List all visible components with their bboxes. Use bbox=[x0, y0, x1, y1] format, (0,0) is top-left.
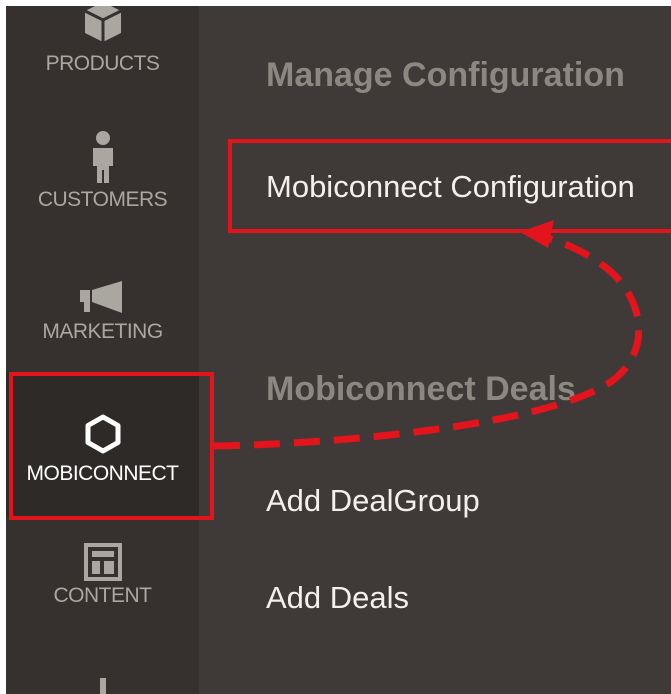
arrowhead-icon bbox=[520, 220, 554, 248]
sidebar-item-mobiconnect[interactable]: MOBICONNECT bbox=[6, 372, 199, 517]
sidebar-item-products[interactable]: PRODUCTS bbox=[6, 6, 199, 76]
partial-icon bbox=[99, 678, 106, 694]
sidebar-item-label: MOBICONNECT bbox=[26, 462, 180, 485]
submenu-heading-mobiconnect-deals: Mobiconnect Deals bbox=[266, 370, 576, 408]
submenu-link-add-deals[interactable]: Add Deals bbox=[266, 580, 409, 616]
sidebar-item-content[interactable]: CONTENT bbox=[6, 542, 199, 608]
sidebar-item-marketing[interactable]: MARKETING bbox=[6, 280, 199, 344]
sidebar-item-partial[interactable] bbox=[6, 678, 199, 694]
submenu-link-mobiconnect-configuration[interactable]: Mobiconnect Configuration bbox=[266, 169, 635, 205]
megaphone-icon bbox=[79, 281, 122, 313]
sidebar-item-label: CUSTOMERS bbox=[37, 188, 168, 211]
sidebar-item-label: PRODUCTS bbox=[45, 52, 160, 75]
admin-sidebar: PRODUCTS CUSTOMERS MARKETING MOBICONNECT bbox=[6, 6, 199, 694]
box-icon bbox=[83, 6, 122, 42]
sidebar-item-label: CONTENT bbox=[53, 584, 153, 607]
hexagon-icon bbox=[85, 414, 120, 454]
sidebar-item-customers[interactable]: CUSTOMERS bbox=[6, 130, 199, 212]
layout-icon bbox=[83, 543, 122, 581]
sidebar-item-label: MARKETING bbox=[42, 320, 163, 343]
admin-menu-screenshot: PRODUCTS CUSTOMERS MARKETING MOBICONNECT bbox=[6, 6, 671, 694]
person-icon bbox=[92, 131, 113, 183]
submenu-link-add-dealgroup[interactable]: Add DealGroup bbox=[266, 483, 480, 519]
submenu-heading-manage-configuration: Manage Configuration bbox=[266, 56, 625, 94]
